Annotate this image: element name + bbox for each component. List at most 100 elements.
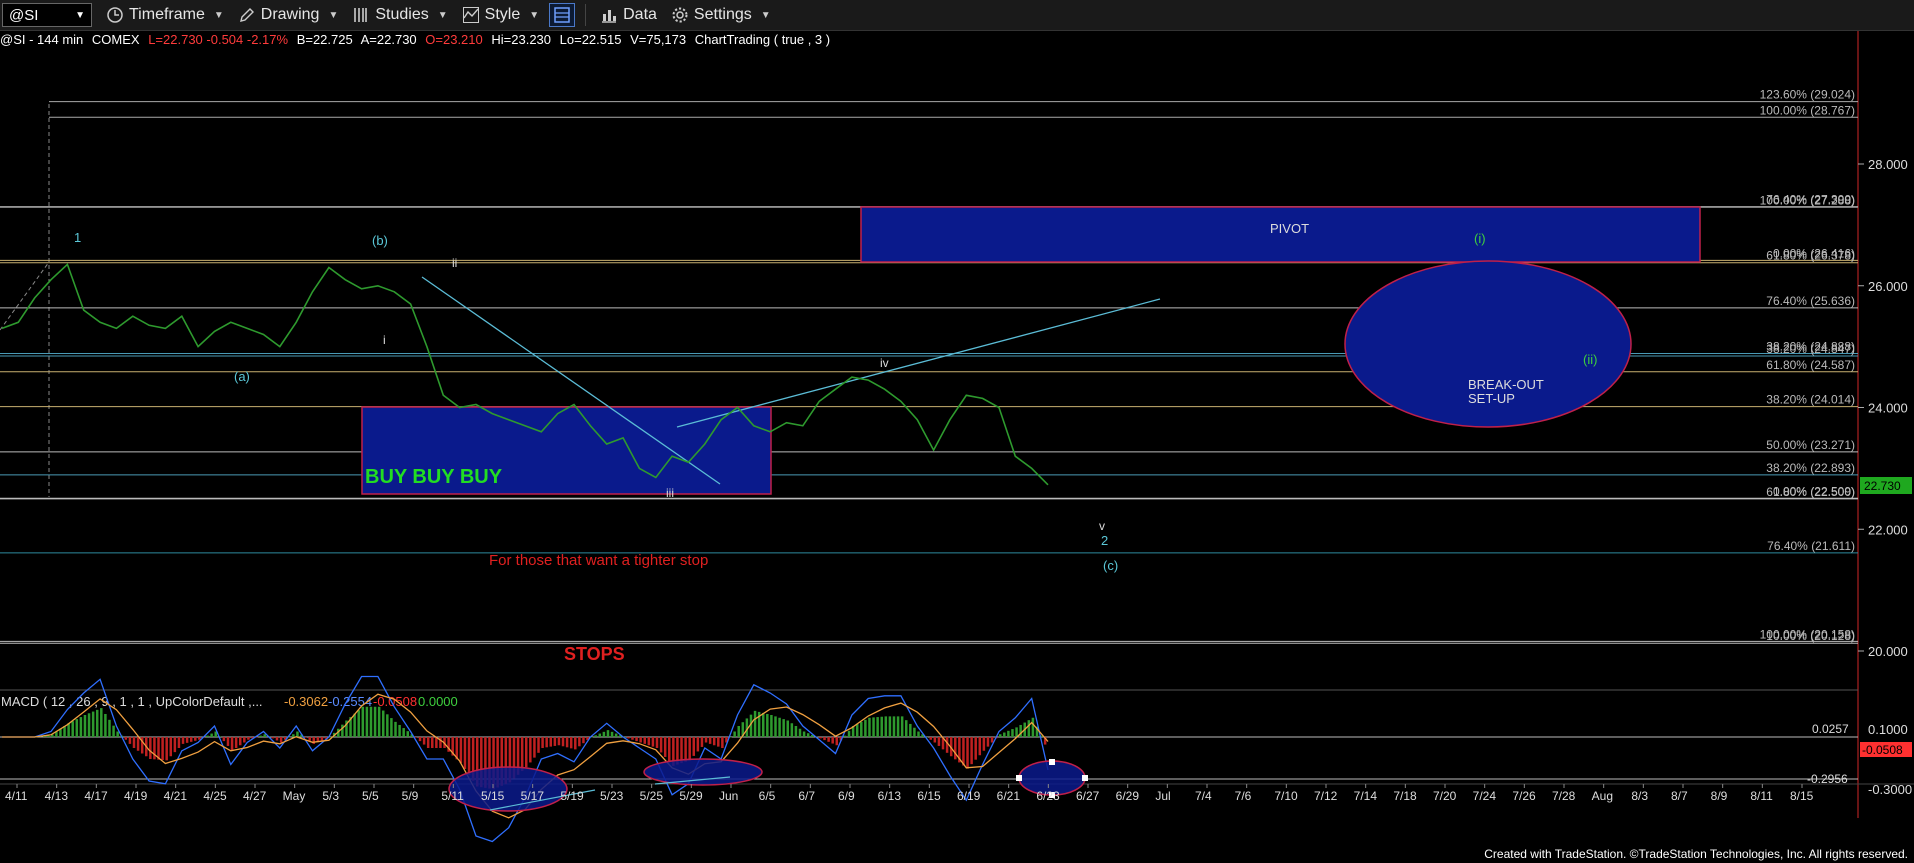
style-menu[interactable]: Style ▼ xyxy=(462,6,539,24)
macd-histogram-bar xyxy=(161,737,164,761)
date-tick-label: 5/23 xyxy=(600,789,624,803)
timeframe-icon xyxy=(107,7,123,23)
macd-histogram-bar xyxy=(414,737,418,738)
macd-histogram-bar xyxy=(377,706,381,737)
macd-histogram-bar xyxy=(668,737,671,762)
date-tick-label: 5/15 xyxy=(481,789,505,803)
date-tick-label: 7/12 xyxy=(1314,789,1338,803)
price-tick-label: 28.000 xyxy=(1868,157,1908,172)
date-tick-label: 4/27 xyxy=(243,789,267,803)
studies-menu[interactable]: Studies ▼ xyxy=(352,6,448,24)
macd-histogram-bar xyxy=(860,721,863,737)
current-price-text: 22.730 xyxy=(1864,479,1901,493)
date-tick-label: 8/15 xyxy=(1790,789,1814,803)
fib-level-label: 38.20% (24.014) xyxy=(1766,393,1855,407)
gear-icon xyxy=(672,7,688,23)
trend-line-up xyxy=(676,298,1161,428)
selection-handle[interactable] xyxy=(1049,759,1055,765)
macd-histogram-bar xyxy=(169,737,173,757)
macd-histogram-bar xyxy=(929,737,933,740)
date-tick-label: 5/17 xyxy=(521,789,545,803)
macd-histogram-bar xyxy=(896,716,900,737)
selection-handle[interactable] xyxy=(1082,775,1088,781)
toolbar: @SI ▼ Timeframe ▼ Drawing ▼ Studies ▼ St… xyxy=(0,0,1914,31)
macd-histogram-bar xyxy=(439,737,442,748)
breakout-label-2: SET-UP xyxy=(1468,391,1515,406)
macd-histogram-bar xyxy=(639,737,642,743)
selection-handle[interactable] xyxy=(1016,775,1022,781)
macd-ellipse-1[interactable] xyxy=(448,766,568,812)
macd-histogram-bar xyxy=(864,719,867,737)
date-tick-label: 8/7 xyxy=(1671,789,1688,803)
symbol-text: @SI xyxy=(9,6,39,24)
date-tick-label: 8/9 xyxy=(1711,789,1728,803)
date-tick-label: 5/9 xyxy=(402,789,419,803)
timeframe-label: Timeframe xyxy=(129,6,205,23)
macd-value-4: 0.0000 xyxy=(418,694,458,709)
macd-histogram-bar xyxy=(823,737,826,741)
macd-histogram-bar xyxy=(774,716,777,737)
macd-histogram-bar xyxy=(279,737,283,743)
macd-histogram-bar xyxy=(259,735,262,737)
fib-level-label: 61.80% (22.500) xyxy=(1766,485,1855,499)
layout-toggle-button[interactable] xyxy=(549,3,576,27)
macd-histogram-bar xyxy=(373,706,377,737)
macd-histogram-bar xyxy=(688,737,691,761)
macd-histogram-bar xyxy=(721,737,724,748)
date-tick-label: 7/14 xyxy=(1354,789,1378,803)
macd-histogram-bar xyxy=(1007,730,1010,737)
timeframe-menu[interactable]: Timeframe ▼ xyxy=(106,6,224,24)
macd-histogram-bar xyxy=(136,737,140,751)
date-tick-label: 7/6 xyxy=(1235,789,1252,803)
date-tick-label: 4/11 xyxy=(5,789,28,803)
date-tick-label: May xyxy=(283,789,306,803)
macd-histogram-bar xyxy=(525,737,528,768)
price-axis-ticks: 28.000 26.000 24.000 22.000 20.000 xyxy=(1858,157,1908,659)
macd-histogram-bar xyxy=(520,737,524,772)
macd-histogram-bar xyxy=(431,737,434,748)
fib-level-label: 38.20% (22.893) xyxy=(1766,461,1855,475)
price-chart[interactable]: 123.60% (29.024)100.00% (28.767)100.00% … xyxy=(0,31,1914,843)
price-tick-label: 20.000 xyxy=(1868,644,1908,659)
macd-histogram-bar xyxy=(263,734,266,737)
macd-histogram-bar xyxy=(663,737,667,757)
drawing-menu[interactable]: Drawing ▼ xyxy=(238,6,338,24)
settings-menu[interactable]: Settings ▼ xyxy=(671,6,771,24)
macd-histogram-bar xyxy=(124,737,128,740)
macd-histogram-bar xyxy=(872,717,875,737)
wave-label-iv: iv xyxy=(880,356,889,370)
macd-histogram-bar xyxy=(173,737,177,753)
symbol-dropdown[interactable]: @SI ▼ xyxy=(2,3,92,27)
macd-histogram-bar xyxy=(402,728,405,737)
macd-histogram-bar xyxy=(610,731,614,737)
macd-histogram-bar xyxy=(737,726,740,737)
macd-histogram-bar xyxy=(149,737,152,759)
toolbar-divider xyxy=(585,4,587,26)
macd-histogram-bar xyxy=(843,735,847,737)
macd-histogram-bar xyxy=(467,737,471,775)
macd-histogram-bar xyxy=(606,730,610,737)
dashed-bracket-diag xyxy=(0,261,50,331)
fib-level-label: 100.00% (28.767) xyxy=(1760,103,1855,117)
studies-icon xyxy=(354,8,368,22)
date-tick-label: 5/5 xyxy=(362,789,379,803)
macd-histogram-bar xyxy=(557,737,561,746)
data-menu[interactable]: Data xyxy=(600,6,657,24)
macd-histogram-bar xyxy=(770,715,773,737)
macd-ellipse-2[interactable] xyxy=(643,758,763,786)
macd-histogram-bar xyxy=(708,737,712,744)
macd-histogram-bar xyxy=(614,733,618,737)
date-axis-ticks: 4/11 4/13 4/17 4/19 4/21 4/25 4/27 May 5/3 5/5 5/9… xyxy=(5,784,1814,803)
macd-histogram-bar xyxy=(75,719,79,737)
macd-histogram-bar xyxy=(884,716,888,737)
macd-histogram-bar xyxy=(71,721,74,737)
macd-histogram-bar xyxy=(794,726,798,737)
wave-label-b: (b) xyxy=(372,233,388,248)
stops-text: STOPS xyxy=(564,644,625,664)
date-tick-label: 5/29 xyxy=(679,789,703,803)
macd-histogram-bar xyxy=(210,733,213,737)
macd-histogram-bar xyxy=(381,710,385,737)
macd-histogram-bar xyxy=(847,730,851,737)
macd-histogram-bar xyxy=(91,711,95,737)
date-tick-label: 7/18 xyxy=(1393,789,1417,803)
